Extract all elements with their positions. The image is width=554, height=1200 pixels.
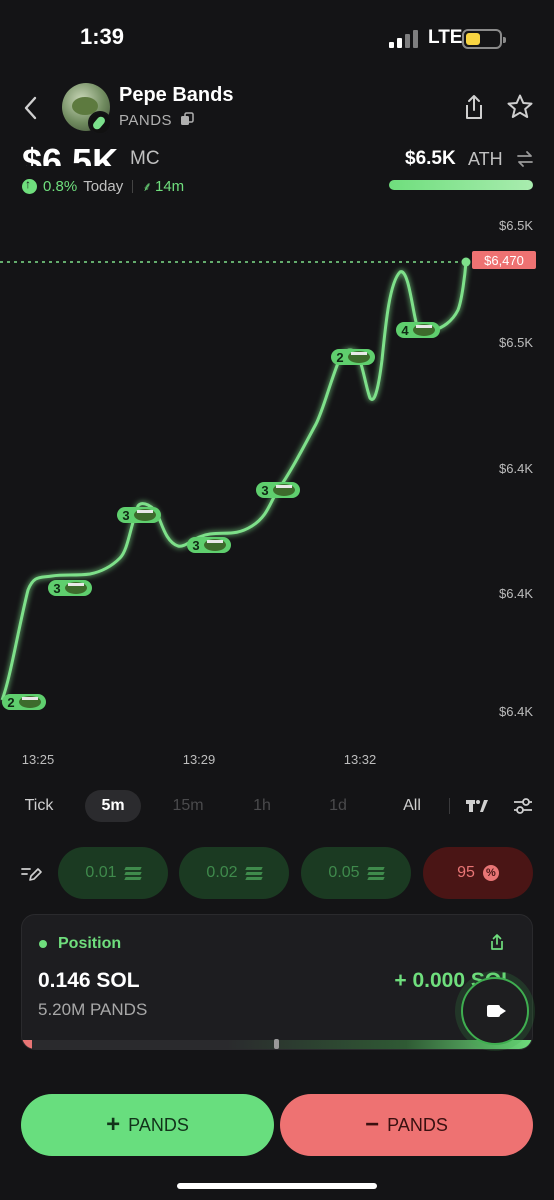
buy-button[interactable]: + PANDS	[21, 1094, 274, 1156]
tradingview-icon[interactable]	[466, 797, 488, 815]
trade-marker[interactable]: 3	[256, 482, 300, 498]
pill-badge-icon	[88, 111, 112, 135]
sell-label: PANDS	[387, 1114, 448, 1135]
trade-marker[interactable]: 2	[331, 349, 375, 365]
swap-icon[interactable]	[516, 150, 534, 168]
quick-buy-button[interactable]: 0.01	[58, 847, 168, 899]
solana-icon	[123, 867, 142, 880]
quick-sell-percent-button[interactable]: 95 %	[423, 847, 533, 899]
y-axis: $6.5K $6.5K $6.4K $6.4K $6.4K	[499, 218, 533, 719]
position-token-amount: 5.20M PANDS	[38, 1000, 148, 1019]
status-dot	[39, 940, 47, 948]
trade-marker-count: 2	[336, 350, 343, 365]
position-title: Position	[58, 935, 122, 952]
record-video-button[interactable]	[461, 977, 529, 1045]
share-icon[interactable]	[462, 93, 486, 121]
change-percent: 0.8%	[43, 177, 78, 195]
solana-icon	[366, 867, 385, 880]
change-row: 0.8% Today ⸙ 14m	[22, 176, 184, 196]
quick-buy-button[interactable]: 0.02	[179, 847, 289, 899]
ath-label: ATH	[468, 149, 503, 169]
position-card[interactable]: Position 0.146 SOL 5.20M PANDS + 0.000 S…	[21, 914, 533, 1050]
copy-icon[interactable]	[180, 112, 194, 126]
trade-markers: 2 3 3 3 3 2 4	[2, 322, 440, 710]
position-sol-amount: 0.146 SOL	[38, 969, 140, 992]
battery-icon	[462, 29, 506, 49]
trade-marker-count: 3	[192, 538, 199, 553]
back-icon[interactable]	[20, 94, 44, 122]
quick-sell-percent: 95	[457, 864, 475, 881]
y-tick-label: $6.5K	[499, 218, 533, 233]
trade-marker-count: 3	[53, 581, 60, 596]
quick-buy-amount: 0.02	[206, 864, 238, 881]
network-label: LTE	[428, 27, 463, 48]
trade-marker-count: 4	[401, 323, 409, 338]
token-age: 14m	[155, 177, 185, 195]
y-tick-label: $6.5K	[499, 335, 533, 350]
solana-icon	[244, 867, 263, 880]
trade-marker[interactable]: 2	[2, 694, 46, 710]
position-range-handle[interactable]	[274, 1039, 279, 1049]
signal-icon	[389, 30, 419, 48]
edit-presets-icon[interactable]	[20, 863, 42, 883]
market-cap-value: $6.5K	[22, 141, 119, 166]
ath-value: $6.5K	[405, 148, 456, 169]
timeframe-tab[interactable]: 15m	[166, 790, 210, 822]
current-price-label: $6,470	[484, 253, 524, 268]
divider	[449, 798, 450, 814]
sell-button[interactable]: − PANDS	[280, 1094, 533, 1156]
status-bar: 1:39 LTE	[0, 0, 554, 76]
status-time: 1:39	[80, 24, 125, 49]
quick-buy-amount: 0.01	[85, 864, 117, 881]
quick-buy-button[interactable]: 0.05	[301, 847, 411, 899]
home-indicator	[177, 1183, 377, 1189]
y-tick-label: $6.4K	[499, 461, 533, 476]
change-period: Today	[83, 177, 124, 195]
x-axis: 13:25 13:29 13:32	[22, 752, 377, 767]
market-cap-label: MC	[130, 148, 160, 169]
quick-trade-row: 0.01 0.02 0.05 95 %	[0, 847, 554, 899]
trade-marker[interactable]: 3	[48, 580, 92, 596]
buy-label: PANDS	[128, 1114, 189, 1135]
x-tick-label: 13:25	[22, 752, 55, 767]
y-tick-label: $6.4K	[499, 586, 533, 601]
current-price-tag: $6,470	[472, 251, 536, 269]
timeframe-tab[interactable]: All	[390, 790, 434, 822]
timeframe-tab[interactable]: 1d	[318, 790, 358, 822]
current-price-dot	[461, 257, 471, 267]
ath-progress-bar	[389, 180, 533, 190]
percent-icon: %	[482, 865, 499, 881]
share-icon[interactable]	[489, 933, 505, 951]
video-camera-icon	[487, 1005, 506, 1017]
timeframe-tab[interactable]: 5m	[85, 790, 141, 822]
sliders-icon[interactable]	[513, 796, 533, 816]
star-icon[interactable]	[506, 93, 534, 121]
trade-marker[interactable]: 4	[396, 322, 440, 338]
timeframe-tab[interactable]: 1h	[244, 790, 280, 822]
minus-icon: −	[365, 1111, 380, 1138]
plus-icon: +	[106, 1111, 121, 1138]
quick-buy-amount: 0.05	[328, 864, 360, 881]
y-tick-label: $6.4K	[499, 704, 533, 719]
token-header: Pepe Bands PANDS	[0, 80, 554, 140]
sprout-icon: ⸙	[142, 179, 152, 194]
x-tick-label: 13:29	[183, 752, 216, 767]
timeframe-tab[interactable]: Tick	[18, 790, 60, 822]
trade-marker[interactable]: 3	[187, 537, 231, 553]
price-chart[interactable]: $6,470 $6.5K$6.5K$6.4K$6.4K$6.4K 13:25 13…	[0, 210, 554, 770]
token-name: Pepe Bands	[119, 84, 234, 106]
divider	[132, 179, 134, 193]
trade-marker-count: 3	[261, 483, 268, 498]
arrow-up-icon	[22, 177, 37, 194]
token-ticker: PANDS	[119, 112, 173, 129]
trade-marker-count: 3	[122, 508, 129, 523]
trade-marker[interactable]: 3	[117, 507, 161, 523]
x-tick-label: 13:32	[344, 752, 377, 767]
trade-marker-count: 2	[7, 695, 14, 710]
